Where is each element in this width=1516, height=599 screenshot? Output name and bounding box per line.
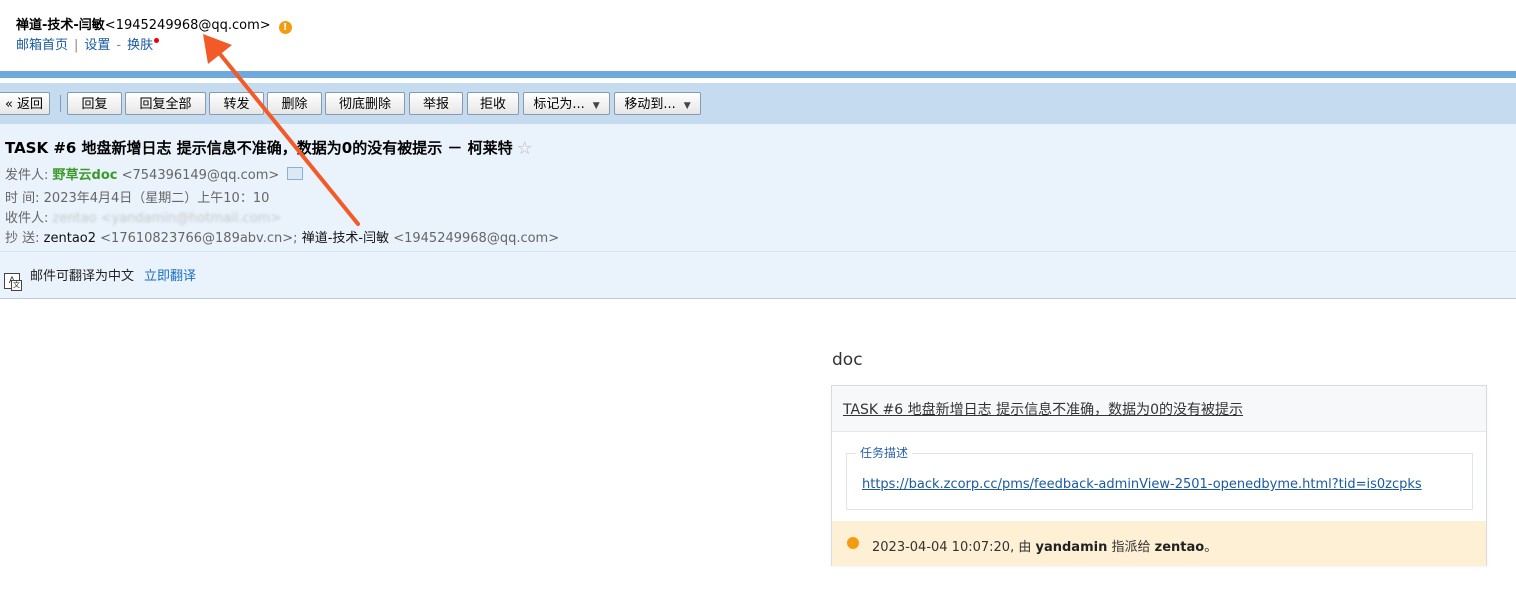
meta-divider	[0, 251, 1516, 252]
sender-label: 发件人:	[5, 168, 49, 183]
new-dot-icon	[154, 38, 160, 43]
history-target: zentao	[1154, 540, 1205, 555]
reject-button[interactable]: 拒收	[467, 92, 519, 115]
history-dot-icon	[847, 537, 859, 549]
task-title-link[interactable]: TASK #6 地盘新增日志 提示信息不准确，数据为0的没有被提示	[843, 399, 1243, 419]
header-links: 邮箱首页 | 设置 - 换肤	[16, 34, 160, 53]
move-to-dropdown[interactable]: 移动到... ▼	[614, 92, 701, 115]
account-info: 禅道-技术-闫敏<1945249968@qq.com>!	[16, 14, 292, 34]
sender-row: 发件人: 野草云doc <754396149@qq.com>	[5, 164, 304, 183]
task-description-box: 任务描述 https://back.zcorp.cc/pms/feedback-…	[846, 444, 1473, 510]
header-accent-bar	[0, 71, 1516, 78]
mailbox-home-link[interactable]: 邮箱首页	[16, 38, 68, 53]
recipient-blurred: zentao <yandamin@hotmail.com>	[52, 211, 282, 226]
star-icon[interactable]: ☆	[517, 138, 533, 159]
translate-now-link[interactable]: 立即翻译	[144, 269, 196, 284]
cc1-email: <17610823766@189abv.cn>;	[100, 231, 298, 246]
account-email: <1945249968@qq.com>	[104, 18, 271, 33]
contact-card-icon[interactable]	[287, 167, 304, 180]
reply-button[interactable]: 回复	[67, 92, 122, 115]
translate-text: 邮件可翻译为中文	[30, 269, 135, 284]
mark-as-dropdown[interactable]: 标记为... ▼	[523, 92, 610, 115]
link-separator: |	[74, 38, 79, 53]
chevron-down-icon: ▼	[592, 101, 600, 111]
time-label: 时 间:	[5, 191, 40, 206]
cc2-name[interactable]: 禅道-技术-闫敏	[302, 231, 389, 246]
sender-name[interactable]: 野草云doc	[53, 168, 118, 183]
task-card-header: TASK #6 地盘新增日志 提示信息不准确，数据为0的没有被提示	[832, 386, 1486, 432]
task-description-legend: 任务描述	[856, 444, 913, 461]
move-to-label: 移动到...	[624, 97, 676, 112]
history-text: 2023-04-04 10:07:20, 由 yandamin 指派给 zent…	[872, 536, 1217, 555]
mail-subject: TASK #6 地盘新增日志 提示信息不准确，数据为0的没有被提示 － 柯莱特 ☆	[5, 137, 533, 159]
chevron-down-icon: ▼	[683, 101, 691, 111]
subject-text: TASK #6 地盘新增日志 提示信息不准确，数据为0的没有被提示 － 柯莱特	[5, 139, 513, 157]
back-button[interactable]: « 返回	[0, 92, 50, 115]
report-button[interactable]: 举报	[409, 92, 463, 115]
toolbar-divider	[60, 95, 61, 112]
history-date: 2023-04-04 10:07:20,	[872, 540, 1015, 555]
cc-label: 抄 送:	[5, 231, 40, 246]
history-end: 。	[1204, 540, 1218, 555]
task-history: 2023-04-04 10:07:20, 由 yandamin 指派给 zent…	[832, 521, 1486, 566]
mark-as-label: 标记为...	[533, 97, 585, 112]
delete-permanent-button[interactable]: 彻底删除	[325, 92, 405, 115]
doc-title: doc	[832, 350, 863, 370]
cc-row: 抄 送: zentao2 <17610823766@189abv.cn>; 禅道…	[5, 227, 559, 246]
reply-all-button[interactable]: 回复全部	[125, 92, 206, 115]
forward-button[interactable]: 转发	[209, 92, 264, 115]
delete-button[interactable]: 删除	[267, 92, 322, 115]
account-name: 禅道-技术-闫敏	[16, 18, 105, 33]
settings-link[interactable]: 设置	[84, 38, 110, 53]
translate-bar: A文邮件可翻译为中文立即翻译	[4, 265, 196, 291]
history-by: 由	[1018, 540, 1032, 555]
to-row: 收件人: zentao <yandamin@hotmail.com>	[5, 207, 281, 226]
cc1-name[interactable]: zentao2	[44, 231, 96, 246]
history-action: 指派给	[1111, 540, 1151, 555]
skin-link[interactable]: 换肤	[127, 38, 153, 53]
cc2-email: <1945249968@qq.com>	[393, 231, 560, 246]
mail-toolbar: « 返回 回复 回复全部 转发 删除 彻底删除 举报 拒收 标记为... ▼ 移动…	[0, 83, 1516, 124]
task-card: TASK #6 地盘新增日志 提示信息不准确，数据为0的没有被提示 任务描述 h…	[831, 385, 1487, 566]
link-separator: -	[116, 38, 122, 53]
to-label: 收件人:	[5, 211, 49, 226]
sender-email: <754396149@qq.com>	[121, 168, 280, 183]
time-value: 2023年4月4日（星期二）上午10：10	[43, 191, 270, 206]
translate-icon: A文	[4, 273, 22, 291]
history-user: yandamin	[1035, 540, 1108, 555]
time-row: 时 间: 2023年4月4日（星期二）上午10：10	[5, 187, 269, 206]
account-header: 禅道-技术-闫敏<1945249968@qq.com>! 邮箱首页 | 设置 - 换肤	[0, 0, 1516, 70]
feedback-url-link[interactable]: https://back.zcorp.cc/pms/feedback-admin…	[862, 477, 1422, 492]
warning-icon[interactable]: !	[278, 21, 292, 34]
